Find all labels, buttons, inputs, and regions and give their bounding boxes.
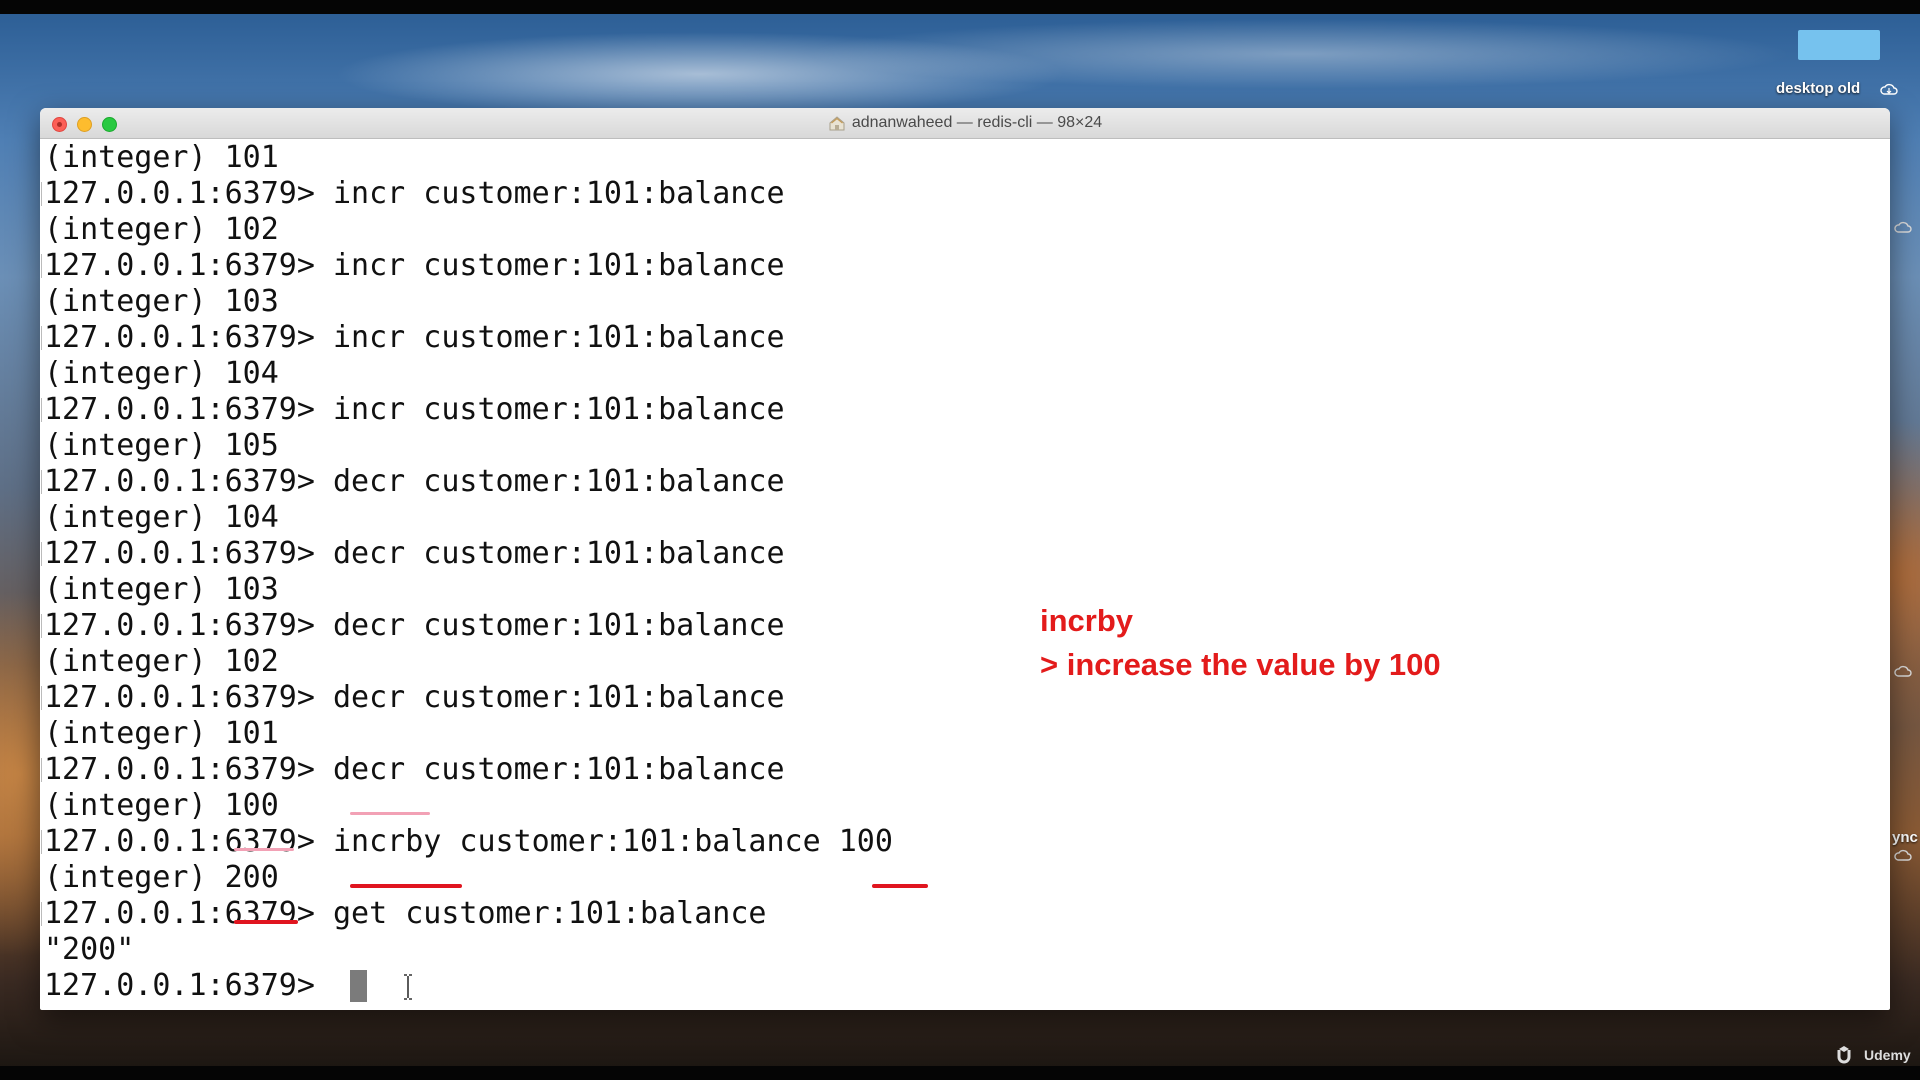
i-beam-cursor-icon (404, 974, 412, 1000)
cloud-icon (1894, 665, 1912, 677)
terminal-command-line: 127.0.0.1:6379> get customer:101:balance (44, 896, 767, 931)
prompt-mark (1888, 830, 1890, 854)
terminal-content[interactable]: (integer) 101 127.0.0.1:6379> incr custo… (41, 140, 1874, 1008)
desktop-side-label[interactable]: ync (1892, 829, 1918, 846)
terminal-cursor (350, 970, 367, 1002)
terminal-command-line: 127.0.0.1:6379> decr customer:101:balanc… (44, 752, 785, 787)
letterbox-top (0, 0, 1920, 14)
terminal-command-line: 127.0.0.1:6379> incrby customer:101:bala… (44, 824, 893, 859)
terminal-output-line: (integer) 102 (44, 212, 279, 247)
terminal-output-line: (integer) 100 (44, 788, 279, 823)
terminal-command-line: 127.0.0.1:6379> incr customer:101:balanc… (44, 248, 785, 283)
terminal-output-line: (integer) 102 (44, 644, 279, 679)
desktop-folder-thumbnail[interactable] (1798, 30, 1880, 60)
terminal-prompt-line: 127.0.0.1:6379> (44, 968, 333, 1003)
window-title: adnanwaheed — redis-cli — 98×24 (851, 114, 1103, 131)
prompt-mark (1888, 542, 1890, 566)
terminal-command-line: 127.0.0.1:6379> incr customer:101:balanc… (44, 176, 785, 211)
prompt-mark (1888, 398, 1890, 422)
terminal-command-line: 127.0.0.1:6379> decr customer:101:balanc… (44, 464, 785, 499)
udemy-watermark: Udemy (1836, 1046, 1911, 1064)
udemy-logo-icon (1837, 1046, 1851, 1064)
terminal-output-line: (integer) 104 (44, 500, 279, 535)
underline-decr (350, 812, 430, 815)
letterbox-bottom (0, 1066, 1920, 1080)
window-titlebar[interactable]: adnanwaheed — redis-cli — 98×24 (40, 108, 1890, 139)
window-title-area: adnanwaheed — redis-cli — 98×24 (40, 108, 1890, 138)
terminal-output-line: "200" (44, 932, 135, 967)
terminal-command-line: 127.0.0.1:6379> incr customer:101:balanc… (44, 392, 785, 427)
terminal-output-line: (integer) 101 (44, 716, 279, 751)
terminal-output-line: (integer) 200 (44, 860, 279, 895)
annotation-description: > increase the value by 100 (1040, 647, 1441, 682)
terminal-command-line: 127.0.0.1:6379> incr customer:101:balanc… (44, 320, 785, 355)
desktop-folder-label[interactable]: desktop old (1776, 80, 1860, 97)
prompt-mark (1888, 182, 1890, 206)
underline-100 (234, 848, 294, 851)
terminal-window: adnanwaheed — redis-cli — 98×24 (integer… (40, 108, 1890, 1010)
terminal-command-line: 127.0.0.1:6379> decr customer:101:balanc… (44, 536, 785, 571)
prompt-mark (1888, 254, 1890, 278)
underline-incrby-amount (872, 884, 928, 888)
prompt-mark (1888, 686, 1890, 710)
prompt-mark (1888, 758, 1890, 782)
terminal-command-line: 127.0.0.1:6379> decr customer:101:balanc… (44, 680, 785, 715)
underline-200 (234, 920, 298, 924)
cloud-icon (1894, 849, 1912, 861)
prompt-mark (1888, 614, 1890, 638)
terminal-output-line: (integer) 105 (44, 428, 279, 463)
terminal-output-line: (integer) 103 (44, 284, 279, 319)
prompt-mark (1888, 326, 1890, 350)
prompt-mark (1888, 470, 1890, 494)
udemy-label: Udemy (1864, 1047, 1911, 1063)
cloud-icon (1880, 83, 1898, 95)
terminal-output-line: (integer) 101 (44, 140, 279, 175)
terminal-output-line: (integer) 104 (44, 356, 279, 391)
annotation-title: incrby (1040, 603, 1134, 638)
home-folder-icon (829, 116, 845, 131)
terminal-command-line: 127.0.0.1:6379> decr customer:101:balanc… (44, 608, 785, 643)
prompt-mark (1888, 902, 1890, 926)
cloud-icon (1894, 221, 1912, 233)
terminal-output-line: (integer) 103 (44, 572, 279, 607)
underline-incrby (350, 884, 462, 888)
